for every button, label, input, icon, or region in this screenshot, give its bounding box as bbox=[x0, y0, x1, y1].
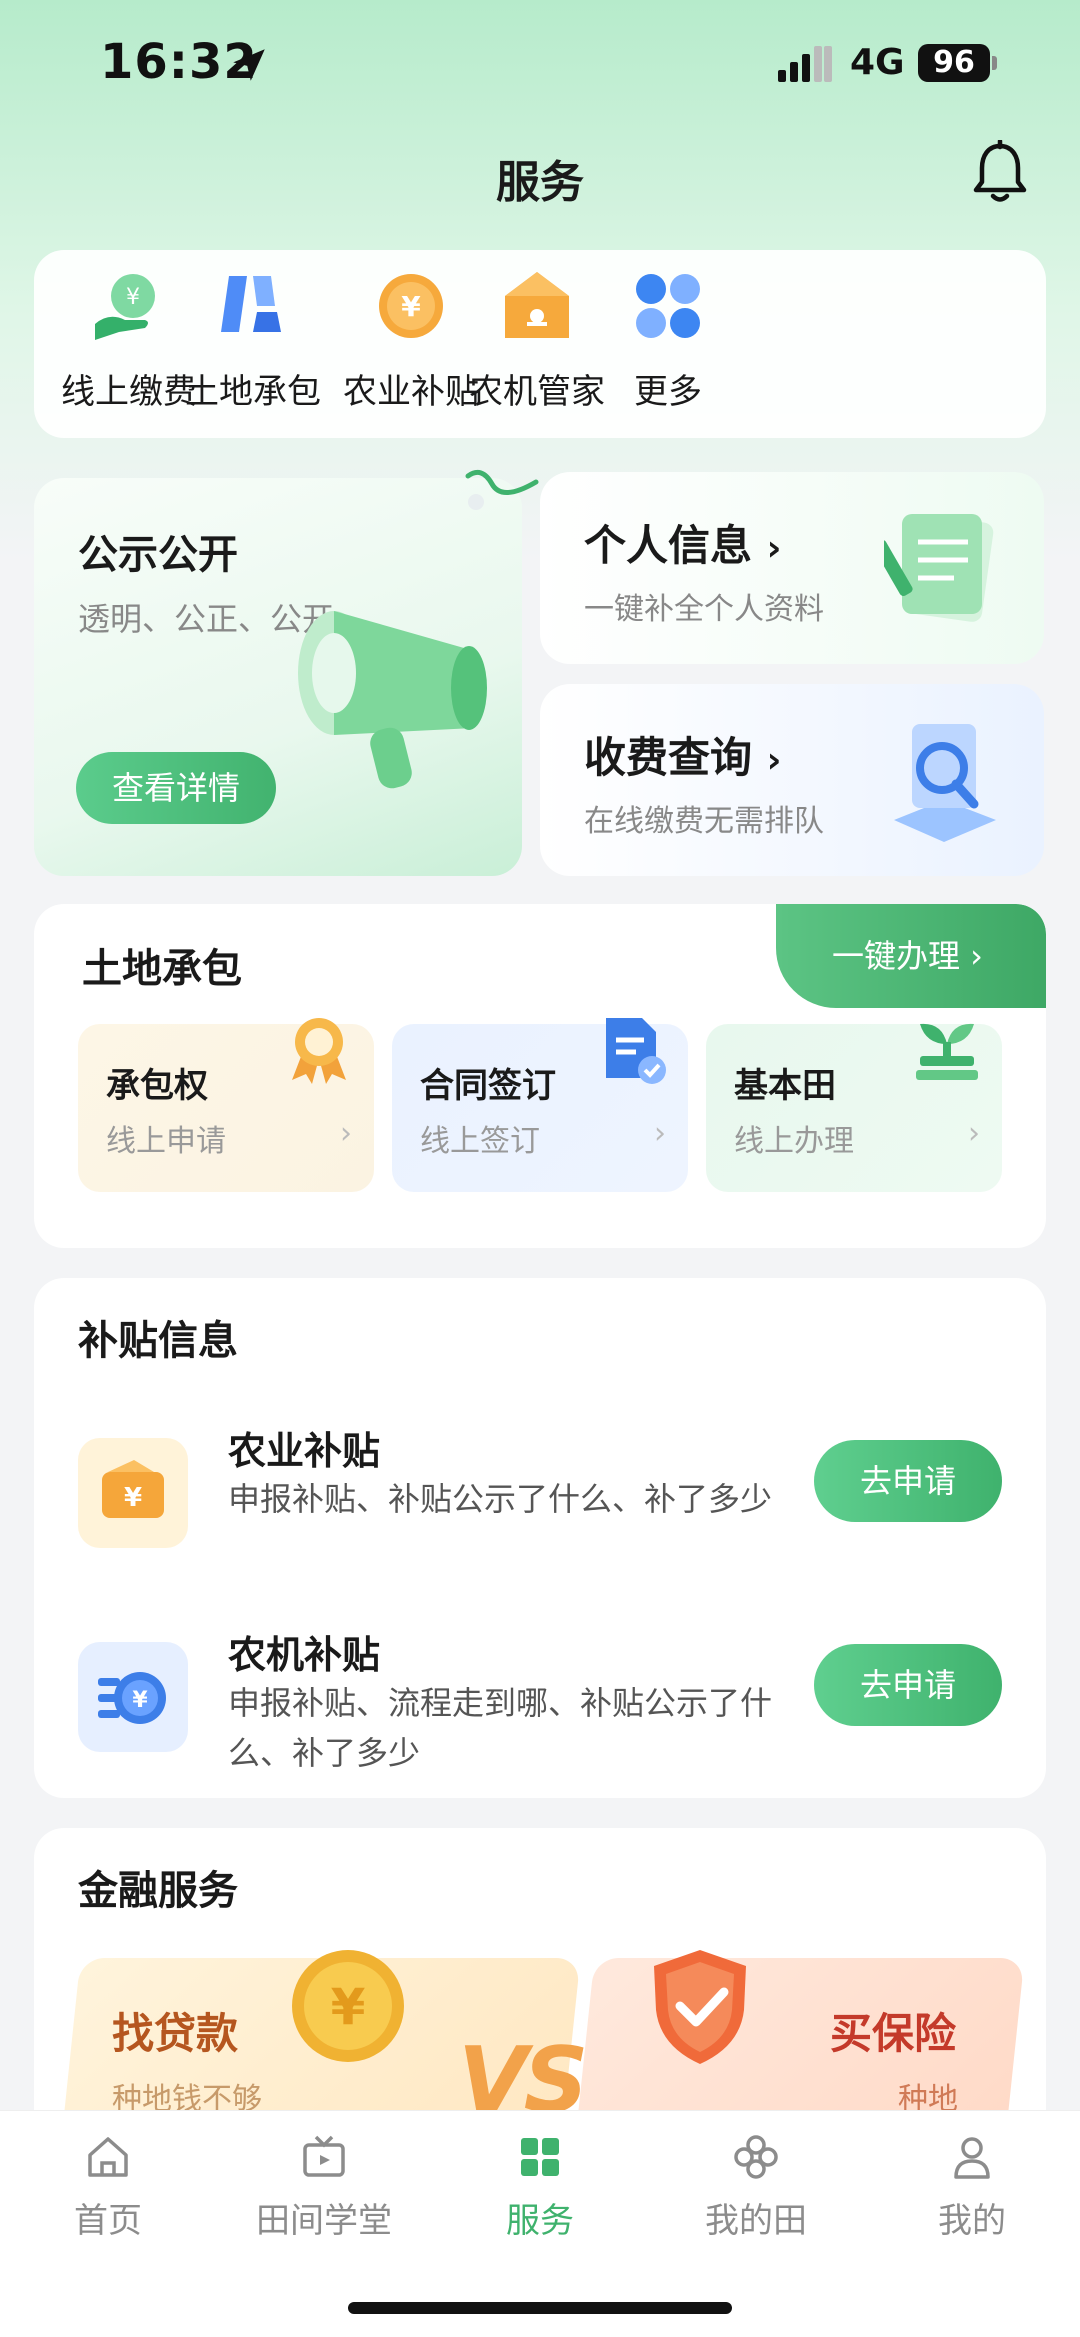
tab-mine[interactable]: 我的 bbox=[872, 2133, 1072, 2242]
network-type: 4G bbox=[850, 42, 905, 83]
grid-icon bbox=[521, 2138, 559, 2176]
svg-text:¥: ¥ bbox=[401, 290, 421, 323]
field-flower-icon bbox=[734, 2135, 778, 2179]
announcement-card[interactable]: 公示公开 透明、公正、公开 查看详情 bbox=[34, 478, 522, 876]
subsidy-name: 农机补贴 bbox=[228, 1633, 381, 1677]
finance-section-title: 金融服务 bbox=[78, 1868, 238, 1914]
tv-icon bbox=[303, 2135, 345, 2177]
shield-check-icon bbox=[654, 1950, 746, 2064]
subsidy-section: 补贴信息 ¥ 农业补贴 申报补贴、补贴公示了什么、补了多少 去申请 ¥ 农机补贴… bbox=[34, 1278, 1046, 1798]
yuan-coin-icon: ¥ bbox=[379, 274, 443, 338]
subsidy-item-machinery: ¥ 农机补贴 申报补贴、流程走到哪、补贴公示了什么、补了多少 去申请 bbox=[34, 1612, 1046, 1792]
more-grid-icon bbox=[636, 274, 700, 338]
battery-tip bbox=[992, 56, 997, 70]
personal-info-card[interactable]: 个人信息 › 一键补全个人资料 bbox=[540, 472, 1044, 664]
land-tile-contract-sign[interactable]: 合同签订 线上签订 › bbox=[392, 1018, 688, 1192]
vine-decoration-icon bbox=[465, 469, 539, 510]
contract-doc-icon bbox=[606, 1018, 666, 1084]
home-icon bbox=[88, 2137, 128, 2177]
tab-my-field[interactable]: 我的田 bbox=[656, 2133, 856, 2242]
chevron-right-icon: › bbox=[968, 1116, 980, 1151]
tab-label: 首页 bbox=[74, 2201, 142, 2241]
svg-text:¥: ¥ bbox=[331, 1978, 366, 2036]
gold-coin-icon: ¥ bbox=[292, 1950, 404, 2062]
page-title: 服务 bbox=[496, 157, 584, 208]
notepad-pen-icon bbox=[884, 514, 994, 622]
quick-more[interactable]: 更多 bbox=[568, 266, 768, 413]
blue-yuan-coin-icon: ¥ bbox=[78, 1642, 188, 1752]
subsidy-name: 农业补贴 bbox=[228, 1429, 381, 1473]
fee-query-subtitle: 在线缴费无需排队 bbox=[584, 804, 824, 839]
land-section-title: 土地承包 bbox=[82, 946, 242, 992]
land-tile-subtitle: 线上签订 bbox=[420, 1124, 540, 1159]
payment-hand-icon: ¥ bbox=[95, 274, 155, 340]
land-tile-basic-field[interactable]: 基本田 线上办理 › bbox=[706, 1023, 1002, 1192]
quick-label: 更多 bbox=[634, 372, 702, 412]
user-icon bbox=[954, 2137, 990, 2179]
subsidy-section-title: 补贴信息 bbox=[78, 1318, 238, 1364]
personal-info-title: 个人信息 › bbox=[584, 521, 782, 570]
land-tile-subtitle: 线上办理 bbox=[734, 1124, 854, 1159]
land-tile-title: 合同签订 bbox=[420, 1066, 556, 1106]
svg-text:¥: ¥ bbox=[124, 1483, 142, 1513]
land-tile-contract-right[interactable]: 承包权 线上申请 › bbox=[78, 1018, 374, 1192]
tab-label: 我的田 bbox=[705, 2201, 807, 2241]
battery-level: 96 bbox=[918, 44, 990, 82]
subsidy-item-agri: ¥ 农业补贴 申报补贴、补贴公示了什么、补了多少 去申请 bbox=[34, 1408, 1046, 1588]
fee-query-title: 收费查询 › bbox=[584, 733, 782, 782]
machine-house-icon bbox=[505, 272, 569, 338]
fee-query-card[interactable]: 收费查询 › 在线缴费无需排队 bbox=[540, 684, 1044, 876]
personal-info-subtitle: 一键补全个人资料 bbox=[584, 592, 824, 627]
apply-button[interactable]: 去申请 bbox=[814, 1440, 1002, 1522]
tab-home[interactable]: 首页 bbox=[8, 2133, 208, 2242]
subsidy-desc: 申报补贴、流程走到哪、补贴公示了什么、补了多少 bbox=[228, 1684, 773, 1772]
tab-field-school[interactable]: 田间学堂 bbox=[224, 2133, 424, 2242]
apply-button[interactable]: 去申请 bbox=[814, 1644, 1002, 1726]
subsidy-desc: 申报补贴、补贴公示了什么、补了多少 bbox=[228, 1480, 773, 1518]
tab-label: 田间学堂 bbox=[256, 2201, 392, 2241]
land-tile-subtitle: 线上申请 bbox=[106, 1124, 226, 1159]
buy-insurance-title: 买保险 bbox=[830, 2009, 957, 2058]
location-arrow-icon bbox=[233, 49, 265, 81]
land-tile-title: 基本田 bbox=[734, 1066, 836, 1106]
sprout-icon bbox=[916, 1023, 978, 1080]
tab-services[interactable]: 服务 bbox=[440, 2133, 640, 2242]
svg-text:¥: ¥ bbox=[126, 285, 140, 310]
signal-icon bbox=[778, 46, 832, 82]
bell-icon[interactable] bbox=[970, 140, 1030, 206]
search-document-icon bbox=[894, 724, 996, 842]
land-tile-title: 承包权 bbox=[106, 1066, 208, 1106]
one-click-handle-button[interactable]: 一键办理 › bbox=[776, 904, 1046, 1008]
announcement-title: 公示公开 bbox=[78, 532, 238, 578]
chevron-right-icon: › bbox=[654, 1116, 666, 1151]
find-loan-title: 找贷款 bbox=[112, 2009, 239, 2058]
status-bar: 16:32 4G 96 bbox=[0, 0, 1080, 130]
land-contract-section: 土地承包 一键办理 › 承包权 线上申请 › 合同签订 线上签订 › 基本田 线… bbox=[34, 904, 1046, 1248]
tab-label: 我的 bbox=[938, 2201, 1006, 2241]
svg-text:¥: ¥ bbox=[132, 1688, 148, 1713]
award-medal-icon bbox=[292, 1018, 346, 1084]
chevron-right-icon: › bbox=[340, 1116, 352, 1151]
quick-label: 土地承包 bbox=[185, 372, 321, 412]
wallet-yuan-icon: ¥ bbox=[78, 1438, 188, 1548]
quick-land-contract[interactable]: 土地承包 bbox=[178, 266, 328, 413]
land-blocks-icon bbox=[221, 276, 281, 332]
megaphone-icon bbox=[298, 611, 487, 789]
view-details-button[interactable]: 查看详情 bbox=[76, 752, 276, 824]
quick-services: ¥ 线上缴费 土地承包 ¥ 农业补贴 农机管家 更多 bbox=[34, 250, 1046, 438]
tab-label: 服务 bbox=[506, 2201, 574, 2241]
home-indicator bbox=[348, 2302, 732, 2314]
